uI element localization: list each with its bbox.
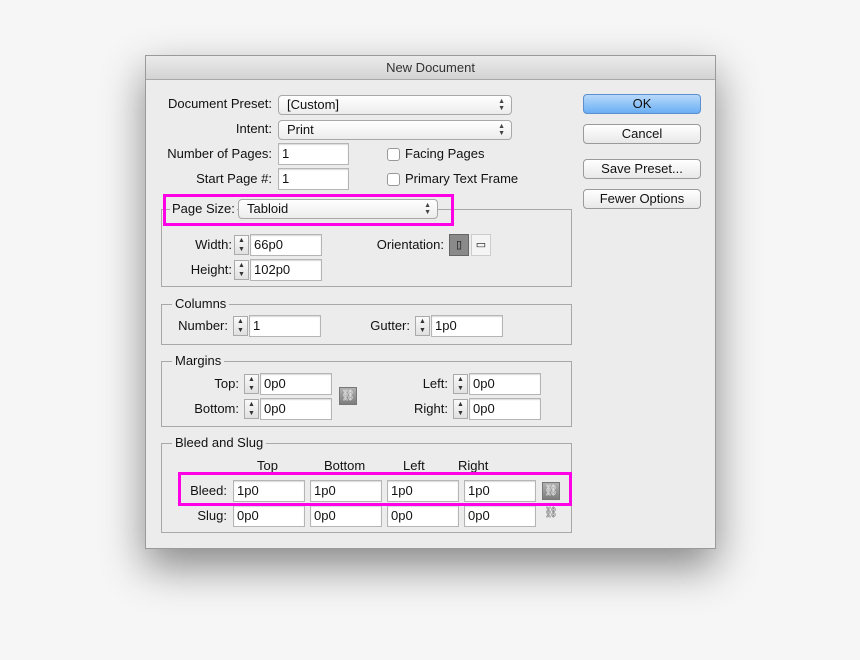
intent-label: Intent: xyxy=(235,121,272,136)
cancel-button[interactable]: Cancel xyxy=(583,124,701,144)
facing-pages-checkbox[interactable] xyxy=(387,148,400,161)
columns-number-input[interactable]: 1 xyxy=(249,315,321,337)
slug-top-input[interactable]: 0p0 xyxy=(233,505,305,527)
portrait-orientation-icon[interactable]: ▯ xyxy=(449,234,469,256)
margins-title: Margins xyxy=(172,353,225,369)
new-document-dialog: New Document Document Preset: [Custom] ▲ ▼… xyxy=(145,55,716,549)
margin-top-input[interactable]: 0p0 xyxy=(260,373,332,395)
columns-group: Columns Number: ▲ ▼ 1 Gutter: ▲ ▼ 1p0 xyxy=(161,296,572,345)
margin-right-input[interactable]: 0p0 xyxy=(469,398,541,420)
height-stepper[interactable]: ▲ ▼ xyxy=(234,260,249,280)
margin-bottom-stepper[interactable]: ▲ ▼ xyxy=(244,399,259,419)
height-input[interactable]: 102p0 xyxy=(250,259,322,281)
header-left: Left xyxy=(403,458,425,473)
header-bottom: Bottom xyxy=(324,458,366,473)
landscape-orientation-icon[interactable]: ▭ xyxy=(471,234,491,256)
updown-arrows-icon: ▲ ▼ xyxy=(498,98,505,112)
header-top: Top xyxy=(257,458,278,473)
gutter-stepper[interactable]: ▲ ▼ xyxy=(415,316,430,336)
dialog-title: New Document xyxy=(146,56,715,80)
facing-pages-label: Facing Pages xyxy=(405,146,485,161)
margin-left-label: Left: xyxy=(422,376,448,391)
unlink-slug-icon[interactable]: ⛓ xyxy=(544,506,558,519)
preset-label: Document Preset: xyxy=(167,96,272,111)
margin-right-stepper[interactable]: ▲ ▼ xyxy=(453,399,468,419)
header-right: Right xyxy=(458,458,489,473)
updown-arrows-icon: ▲ ▼ xyxy=(498,123,505,137)
link-margins-icon[interactable]: ⛓ xyxy=(339,387,357,405)
start-page-label: Start Page #: xyxy=(196,171,272,186)
margin-left-input[interactable]: 0p0 xyxy=(469,373,541,395)
save-preset-button[interactable]: Save Preset... xyxy=(583,159,701,179)
intent-select[interactable]: Print ▲ ▼ xyxy=(278,120,512,140)
columns-number-label: Number: xyxy=(178,318,228,333)
bleed-highlight xyxy=(178,472,572,506)
page-size-highlight xyxy=(163,194,454,226)
width-label: Width: xyxy=(195,237,232,252)
gutter-label: Gutter: xyxy=(370,318,410,333)
width-input[interactable]: 66p0 xyxy=(250,234,322,256)
orientation-label: Orientation: xyxy=(376,237,444,252)
intent-value: Print xyxy=(287,122,314,137)
preset-value: [Custom] xyxy=(287,97,340,112)
start-page-input[interactable]: 1 xyxy=(278,168,349,190)
bleed-slug-title: Bleed and Slug xyxy=(172,435,267,451)
margins-group: Margins Top: ▲ ▼ 0p0 Bottom: ▲ ▼ 0p0 ⛓ Lef… xyxy=(161,353,572,427)
margin-left-stepper[interactable]: ▲ ▼ xyxy=(453,374,468,394)
margin-bottom-label: Bottom: xyxy=(194,401,239,416)
gutter-input[interactable]: 1p0 xyxy=(431,315,503,337)
slug-bottom-input[interactable]: 0p0 xyxy=(310,505,382,527)
num-pages-input[interactable]: 1 xyxy=(278,143,349,165)
num-pages-label: Number of Pages: xyxy=(167,146,272,161)
columns-title: Columns xyxy=(172,296,230,312)
margin-top-stepper[interactable]: ▲ ▼ xyxy=(244,374,259,394)
width-stepper[interactable]: ▲ ▼ xyxy=(234,235,249,255)
margin-top-label: Top: xyxy=(214,376,239,391)
margin-right-label: Right: xyxy=(414,401,448,416)
primary-text-frame-label: Primary Text Frame xyxy=(405,171,519,186)
height-label: Height: xyxy=(190,262,232,277)
columns-number-stepper[interactable]: ▲ ▼ xyxy=(233,316,248,336)
ok-button[interactable]: OK xyxy=(583,94,701,114)
primary-text-frame-checkbox[interactable] xyxy=(387,173,400,186)
slug-label: Slug: xyxy=(197,508,227,523)
margin-bottom-input[interactable]: 0p0 xyxy=(260,398,332,420)
slug-left-input[interactable]: 0p0 xyxy=(387,505,459,527)
fewer-options-button[interactable]: Fewer Options xyxy=(583,189,701,209)
document-preset-select[interactable]: [Custom] ▲ ▼ xyxy=(278,95,512,115)
slug-right-input[interactable]: 0p0 xyxy=(464,505,536,527)
